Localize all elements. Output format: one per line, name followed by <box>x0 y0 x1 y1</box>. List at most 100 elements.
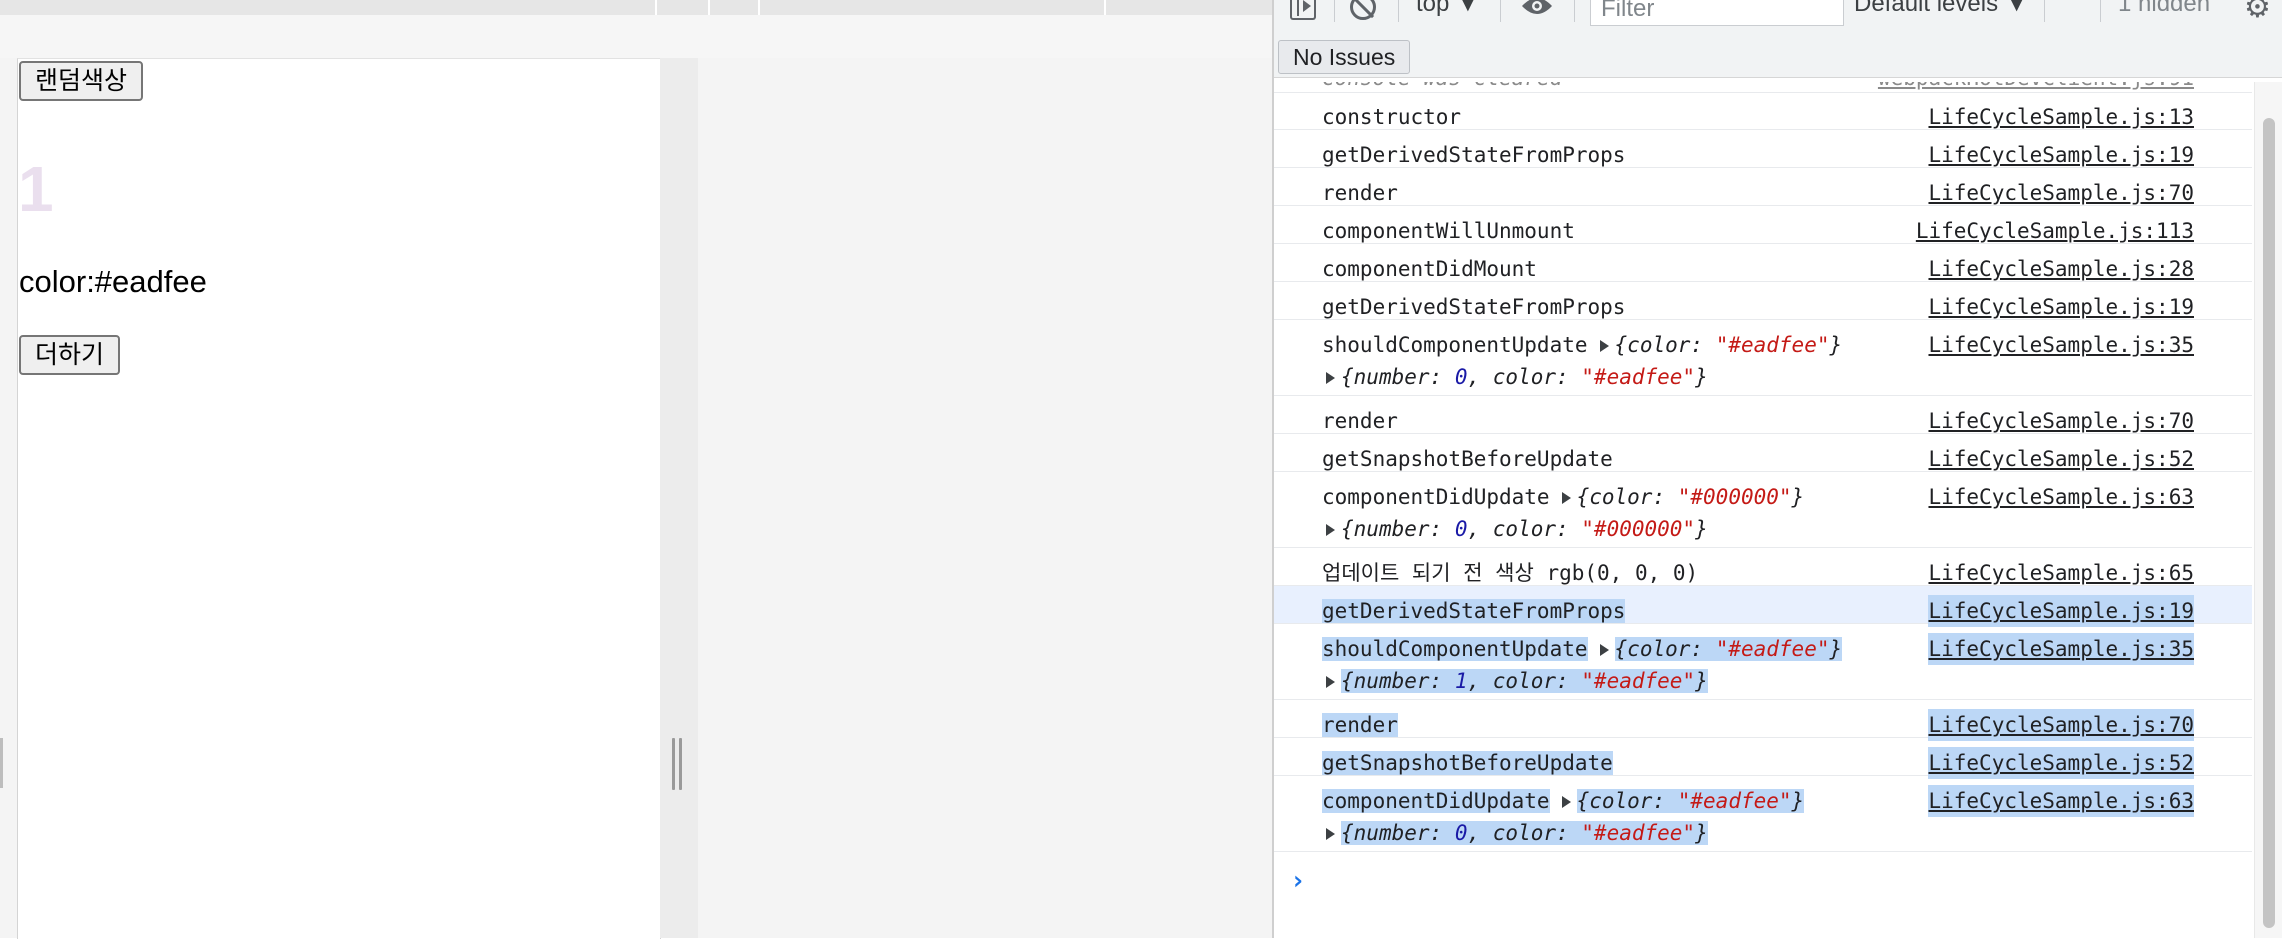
viewport-margin <box>660 58 698 938</box>
expand-triangle-icon[interactable] <box>1599 644 1609 656</box>
console-message: componentDidUpdate {color: "#eadfee"} <box>1322 789 1805 813</box>
console-row: componentDidUpdate {color: "#000000"} {nu… <box>1274 472 2252 548</box>
tab-divider <box>758 0 760 15</box>
source-link[interactable]: LifeCycleSample.js:35 <box>1928 633 2194 665</box>
console-row: getDerivedStateFromProps LifeCycleSample… <box>1274 130 2252 168</box>
eye-icon[interactable] <box>1520 0 1554 16</box>
expand-triangle-icon[interactable] <box>1326 828 1335 840</box>
console-message: render <box>1322 409 1398 433</box>
console-row: 업데이트 되기 전 색상 rgb(0, 0, 0) LifeCycleSampl… <box>1274 548 2252 586</box>
source-link[interactable]: LifeCycleSample.js:52 <box>1928 747 2194 779</box>
console-message: shouldComponentUpdate {color: "#eadfee"} <box>1322 637 1843 661</box>
expand-triangle-icon[interactable] <box>1326 676 1335 688</box>
console-row: shouldComponentUpdate {color: "#eadfee"} … <box>1274 624 2252 700</box>
source-link[interactable]: LifeCycleSample.js:19 <box>1928 291 2194 323</box>
console-message: constructor <box>1322 105 1462 129</box>
toolbar-divider <box>1398 0 1399 22</box>
console-prompt[interactable]: › <box>1274 864 2252 904</box>
console-message: render <box>1322 713 1398 737</box>
expand-triangle-icon[interactable] <box>1561 492 1571 504</box>
gear-icon[interactable]: ⚙ <box>2244 0 2271 25</box>
console-row: render LifeCycleSample.js:70 <box>1274 700 2252 741</box>
console-row: getDerivedStateFromProps LifeCycleSample… <box>1274 282 2252 320</box>
filter-input[interactable] <box>1590 0 1844 26</box>
console-message: componentWillUnmount <box>1322 219 1575 243</box>
devtools-panel: top ▼ Default levels ▼ 1 hidden ⚙ No Iss… <box>1272 0 2282 938</box>
prompt-chevron-icon: › <box>1290 866 1306 896</box>
source-link[interactable]: LifeCycleSample.js:52 <box>1928 443 2194 475</box>
console-row: componentWillUnmount LifeCycleSample.js:… <box>1274 206 2252 244</box>
console-row-selected: getDerivedStateFromProps LifeCycleSample… <box>1274 586 2252 627</box>
color-label: color:#eadfee <box>19 264 207 299</box>
console-message: getSnapshotBeforeUpdate <box>1322 751 1613 775</box>
console-message: shouldComponentUpdate {color: "#eadfee"} <box>1322 333 1843 357</box>
scrollbar-thumb[interactable] <box>2263 118 2275 928</box>
console-object: {number: 1, color: "#eadfee"} <box>1322 665 1708 697</box>
toolbar-divider <box>2044 0 2045 22</box>
expand-triangle-icon[interactable] <box>1326 372 1335 384</box>
random-color-button[interactable]: 랜덤색상 <box>19 61 144 101</box>
tab-strip <box>0 0 1272 15</box>
console-message: getSnapshotBeforeUpdate <box>1322 447 1613 471</box>
source-link[interactable]: LifeCycleSample.js:113 <box>1916 215 2194 247</box>
console-message: getDerivedStateFromProps <box>1322 295 1626 319</box>
source-link[interactable]: LifeCycleSample.js:19 <box>1928 139 2194 171</box>
toolbar-divider <box>2100 0 2101 22</box>
source-link[interactable]: LifeCycleSample.js:28 <box>1928 253 2194 285</box>
console-toolbar: top ▼ Default levels ▼ 1 hidden ⚙ <box>1274 0 2282 38</box>
viewport-top-gap <box>0 15 1272 58</box>
console-message: componentDidMount <box>1322 257 1537 281</box>
log-levels-select[interactable]: Default levels ▼ <box>1854 0 2029 18</box>
console-scrollbar[interactable] <box>2254 82 2282 938</box>
toolbar-divider <box>1334 0 1335 22</box>
viewport-resize-handle[interactable] <box>672 738 683 790</box>
source-link[interactable]: LifeCycleSample.js:63 <box>1928 481 2194 513</box>
expand-triangle-icon[interactable] <box>1326 524 1335 536</box>
source-link[interactable]: LifeCycleSample.js:19 <box>1928 595 2194 627</box>
console-row: render LifeCycleSample.js:70 <box>1274 396 2252 434</box>
clear-console-icon[interactable] <box>1350 0 1376 20</box>
console-message: render <box>1322 181 1398 205</box>
context-select[interactable]: top ▼ <box>1416 0 1480 18</box>
console-message: componentDidUpdate {color: "#000000"} <box>1322 485 1805 509</box>
left-edge-handle[interactable] <box>0 738 3 788</box>
source-link[interactable]: LifeCycleSample.js:35 <box>1928 329 2194 361</box>
console-message: getDerivedStateFromProps <box>1322 599 1626 623</box>
console-message: Console was cleared <box>1322 82 1562 90</box>
source-link[interactable]: LifeCycleSample.js:70 <box>1928 709 2194 741</box>
console-object: {number: 0, color: "#000000"} <box>1322 513 1708 545</box>
source-link[interactable]: LifeCycleSample.js:63 <box>1928 785 2194 817</box>
console-row: getSnapshotBeforeUpdate LifeCycleSample.… <box>1274 434 2252 472</box>
toolbar-divider <box>1574 0 1575 22</box>
tab-divider <box>1104 0 1106 15</box>
console-messages: Console was cleared webpackHotDevClient.… <box>1274 82 2252 938</box>
console-message: getDerivedStateFromProps <box>1322 143 1626 167</box>
issues-button[interactable]: No Issues <box>1278 40 1411 74</box>
console-object: {number: 0, color: "#eadfee"} <box>1322 817 1708 849</box>
tab-divider <box>708 0 710 15</box>
tab-divider <box>655 0 657 15</box>
expand-triangle-icon[interactable] <box>1599 340 1609 352</box>
source-link[interactable]: LifeCycleSample.js:70 <box>1928 177 2194 209</box>
page-viewport: 랜덤색상 1 color:#eadfee 더하기 <box>0 0 1272 939</box>
console-object: {number: 0, color: "#eadfee"} <box>1322 361 1708 393</box>
issues-bar: No Issues <box>1274 38 2282 78</box>
console-row: shouldComponentUpdate {color: "#eadfee"} … <box>1274 320 2252 396</box>
console-message: 업데이트 되기 전 색상 rgb(0, 0, 0) <box>1322 561 1699 585</box>
console-row: componentDidMount LifeCycleSample.js:28 <box>1274 244 2252 282</box>
console-row: constructor LifeCycleSample.js:13 <box>1274 92 2252 130</box>
source-link[interactable]: webpackHotDevClient.js:91 <box>1878 82 2194 90</box>
sidebar-toggle-icon[interactable] <box>1290 0 1316 20</box>
toolbar-divider <box>1500 0 1501 22</box>
console-row: render LifeCycleSample.js:70 <box>1274 168 2252 206</box>
rendered-page: 랜덤색상 1 color:#eadfee 더하기 <box>17 58 661 939</box>
expand-triangle-icon[interactable] <box>1561 796 1571 808</box>
hidden-count: 1 hidden <box>2118 0 2211 17</box>
number-heading: 1 <box>18 153 54 225</box>
console-row: componentDidUpdate {color: "#eadfee"} {nu… <box>1274 776 2252 852</box>
source-link[interactable]: LifeCycleSample.js:70 <box>1928 405 2194 437</box>
add-button[interactable]: 더하기 <box>19 335 121 375</box>
source-link[interactable]: LifeCycleSample.js:13 <box>1928 101 2194 133</box>
source-link[interactable]: LifeCycleSample.js:65 <box>1928 557 2194 589</box>
console-row: getSnapshotBeforeUpdate LifeCycleSample.… <box>1274 738 2252 779</box>
